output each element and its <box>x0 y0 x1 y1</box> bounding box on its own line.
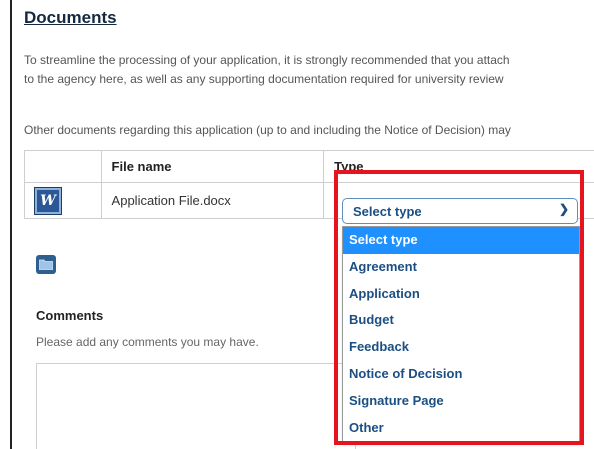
type-select[interactable]: Select type ❯ <box>342 198 578 224</box>
chevron-down-icon: ❯ <box>558 202 569 216</box>
option-select-type[interactable]: Select type <box>343 227 579 254</box>
comments-label: Comments <box>36 308 104 323</box>
option-feedback[interactable]: Feedback <box>343 334 579 361</box>
folder-icon <box>39 259 53 270</box>
intro-line-2: to the agency here, as well as any suppo… <box>24 72 504 86</box>
file-name-header: File name <box>100 150 325 183</box>
option-budget[interactable]: Budget <box>343 307 579 334</box>
icon-column-header <box>24 150 102 183</box>
type-select-value: Select type <box>353 204 422 219</box>
intro-line-1: To streamline the processing of your app… <box>24 53 510 67</box>
option-notice-of-decision[interactable]: Notice of Decision <box>343 361 579 388</box>
file-name-cell: Application File.docx <box>100 182 325 219</box>
section-title: Documents <box>24 8 117 27</box>
table-header-row: File name Type <box>24 150 594 183</box>
option-agreement[interactable]: Agreement <box>343 254 579 281</box>
file-icon-cell: W <box>24 182 102 219</box>
option-application[interactable]: Application <box>343 281 579 308</box>
option-other[interactable]: Other <box>343 415 579 442</box>
other-documents-text: Other documents regarding this applicati… <box>24 123 511 137</box>
comments-textarea[interactable] <box>36 363 356 449</box>
word-document-icon[interactable]: W <box>34 186 62 215</box>
intro-text: To streamline the processing of your app… <box>24 51 510 89</box>
type-header: Type <box>323 150 594 183</box>
type-options-list: Select type Agreement Application Budget… <box>342 226 580 443</box>
comments-help-text: Please add any comments you may have. <box>36 335 259 349</box>
option-signature-page[interactable]: Signature Page <box>343 388 579 415</box>
browse-folder-button[interactable] <box>36 255 56 274</box>
